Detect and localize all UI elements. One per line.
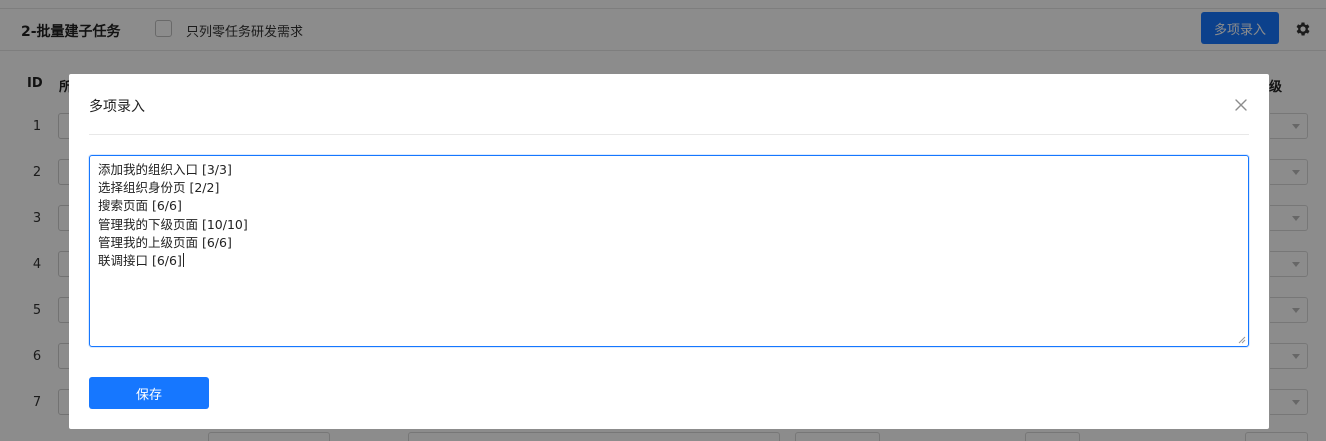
modal-divider xyxy=(89,134,1249,135)
multi-entry-textarea[interactable]: 添加我的组织入口 [3/3] 选择组织身份页 [2/2] 搜索页面 [6/6] … xyxy=(89,155,1249,347)
textarea-line: 管理我的上级页面 [6/6] xyxy=(98,234,232,250)
textarea-line-text: 联调接口 [6/6] xyxy=(98,253,182,269)
save-button[interactable]: 保存 xyxy=(89,377,209,409)
textarea-line: 管理我的下级页面 [10/10] xyxy=(98,216,248,232)
textarea-line: 搜索页面 [6/6] xyxy=(98,198,182,214)
text-cursor xyxy=(182,253,184,268)
textarea-line: 选择组织身份页 [2/2] xyxy=(98,180,220,196)
multi-entry-modal: 多项录入 添加我的组织入口 [3/3] 选择组织身份页 [2/2] 搜索页面 [… xyxy=(69,74,1269,429)
close-icon[interactable] xyxy=(1232,96,1250,114)
resize-handle-icon[interactable] xyxy=(1238,336,1246,344)
modal-title: 多项录入 xyxy=(89,99,145,115)
textarea-line-last: 联调接口 [6/6] xyxy=(98,252,1240,270)
textarea-line: 添加我的组织入口 [3/3] xyxy=(98,162,232,177)
